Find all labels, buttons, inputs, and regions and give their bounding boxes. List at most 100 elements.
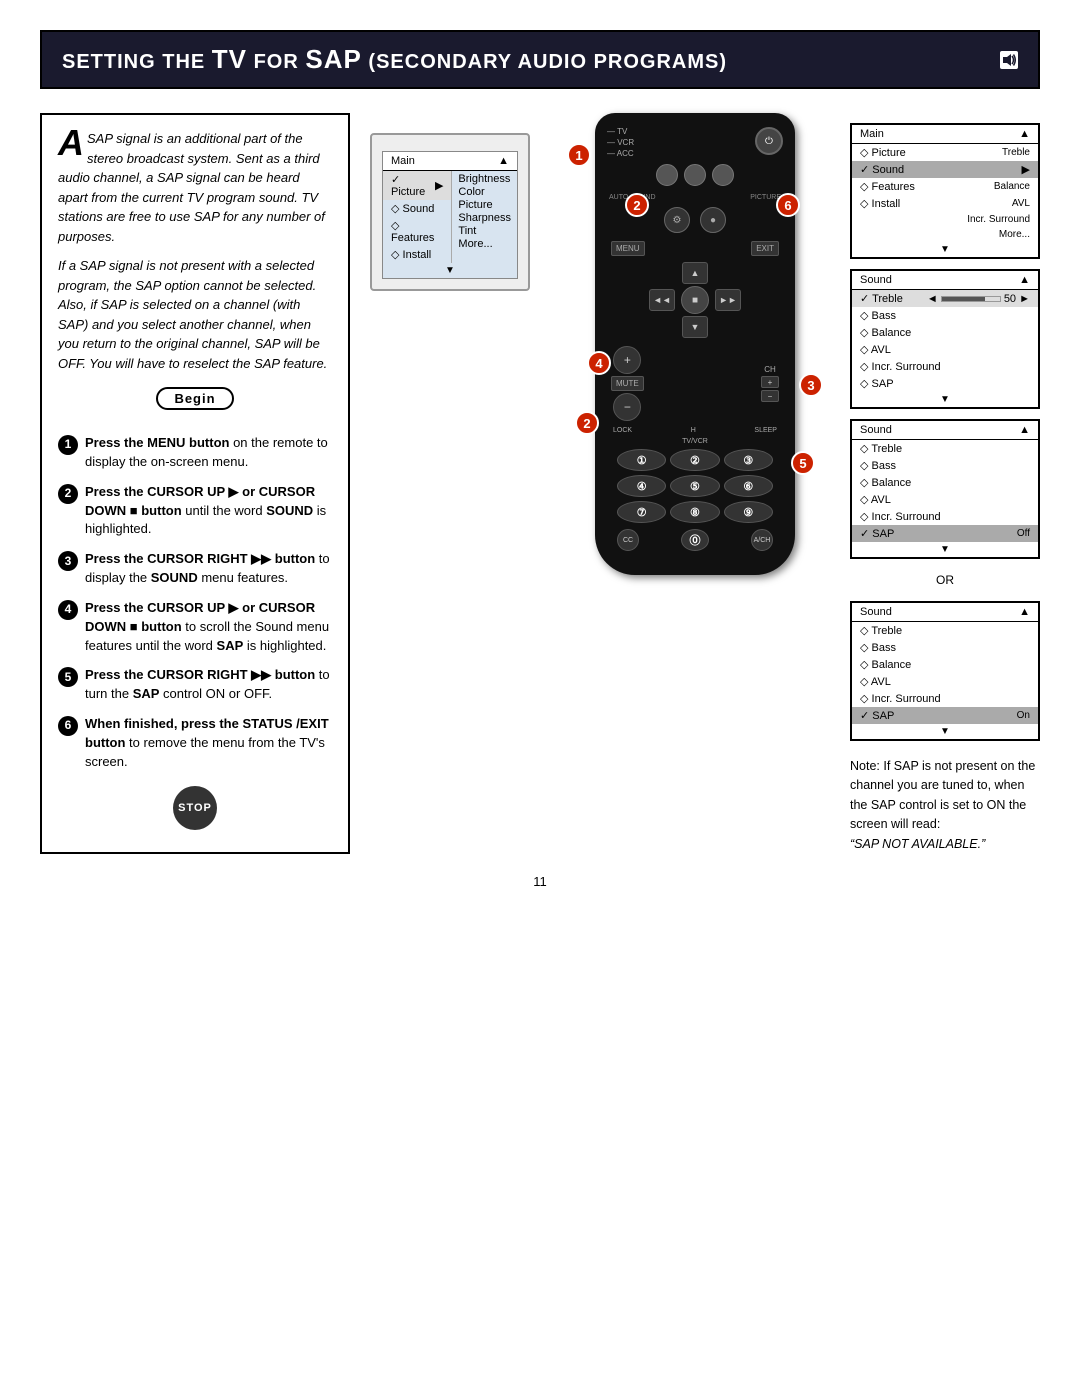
- step-overlay-2: 2: [625, 193, 649, 217]
- sound4-balance: ◇ Balance: [852, 656, 1038, 673]
- menu-item-picture: ✓ Picture ▶: [383, 171, 451, 200]
- tv-label: — TV: [607, 127, 634, 136]
- or-divider: OR: [850, 573, 1040, 587]
- main-menu-sound-highlighted: Main ▲ ◇ Picture Treble ✓ Sound ▶ ◇ Feat…: [850, 123, 1040, 259]
- step-4: 4 Press the CURSOR UP ▶ or CURSOR DOWN ■…: [58, 599, 332, 656]
- num-8[interactable]: ⑧: [670, 501, 719, 523]
- status-icon[interactable]: ●: [700, 207, 726, 233]
- source-buttons: [607, 164, 783, 186]
- left-menu-area: Main ▲ ✓ Picture ▶ ◇ Sound: [370, 113, 540, 291]
- step-overlay-4: 4: [587, 351, 611, 375]
- num-0[interactable]: ⓪: [681, 529, 709, 551]
- h-label: H: [691, 427, 696, 434]
- sound4-treble: ◇ Treble: [852, 622, 1038, 639]
- sound4-avl: ◇ AVL: [852, 673, 1038, 690]
- num-7[interactable]: ⑦: [617, 501, 666, 523]
- main2-features: ◇ Features Balance: [852, 178, 1038, 195]
- vol-down-button[interactable]: −: [613, 393, 641, 421]
- main2-picture: ◇ Picture Treble: [852, 144, 1038, 161]
- step-overlay-2b: 2: [575, 411, 599, 435]
- step-2: 2 Press the CURSOR UP ▶ or CURSOR DOWN ■…: [58, 483, 332, 540]
- step-overlay-5: 5: [791, 451, 815, 475]
- sleep-label: SLEEP: [754, 427, 777, 434]
- exit-button[interactable]: EXIT: [751, 241, 779, 256]
- step-overlay-6: 6: [776, 193, 800, 217]
- sound3-sap: ✓ SAP Off: [852, 525, 1038, 542]
- sound2-bass: ◇ Bass: [852, 307, 1038, 324]
- nav-down-button[interactable]: ▼: [682, 316, 708, 338]
- menu-item-sound: ◇ Sound: [383, 200, 451, 217]
- num-4[interactable]: ④: [617, 475, 666, 497]
- nav-center-button[interactable]: ■: [681, 286, 709, 314]
- menu-footer: ▼: [383, 263, 517, 278]
- nav-left-button[interactable]: ◄◄: [649, 289, 675, 311]
- sound3-avl: ◇ AVL: [852, 491, 1038, 508]
- main2-extra2: More...: [852, 227, 1038, 242]
- remote-control[interactable]: — TV — VCR — ACC ⏻: [595, 113, 795, 575]
- title-bar: Setting the TV for SAP (Secondary Audio …: [40, 30, 1040, 89]
- sound2-treble: ✓ Treble ◄ 50 ►: [852, 290, 1038, 307]
- step-overlay-1: 1: [567, 143, 591, 167]
- vol-up-button[interactable]: +: [613, 346, 641, 374]
- main2-extra1: Incr. Surround: [852, 212, 1038, 227]
- num-3[interactable]: ③: [724, 449, 773, 471]
- sound2-avl: ◇ AVL: [852, 341, 1038, 358]
- begin-badge: Begin: [156, 387, 233, 410]
- numpad: ① ② ③ ④ ⑤ ⑥ ⑦ ⑧ ⑨: [617, 449, 773, 523]
- left-column: A SAP signal is an additional part of th…: [40, 113, 350, 854]
- center-layout: Main ▲ ✓ Picture ▶ ◇ Sound: [370, 113, 1040, 854]
- sound3-incr: ◇ Incr. Surround: [852, 508, 1038, 525]
- sound-menu2-header: Sound ▲: [852, 271, 1038, 290]
- sound-menu-sap-off: Sound ▲ ◇ Treble ◇ Bass ◇ Balance ◇ AVL …: [850, 419, 1040, 559]
- ch-down-button[interactable]: −: [761, 390, 779, 402]
- step-3: 3 Press the CURSOR RIGHT ▶▶ button to di…: [58, 550, 332, 588]
- main-content: A SAP signal is an additional part of th…: [40, 113, 1040, 854]
- sound4-sap: ✓ SAP On: [852, 707, 1038, 724]
- page-number: 11: [40, 874, 1040, 889]
- mute-button[interactable]: MUTE: [611, 376, 644, 391]
- menu-header-main: Main ▲: [383, 152, 517, 171]
- ach-button[interactable]: A/CH: [751, 529, 773, 551]
- lock-label: LOCK: [613, 427, 632, 434]
- num-2[interactable]: ②: [670, 449, 719, 471]
- source-btn-3[interactable]: [712, 164, 734, 186]
- nav-right-button[interactable]: ►►: [715, 289, 741, 311]
- main2-footer: ▼: [852, 242, 1038, 257]
- tvvcr-label: TV/VCR: [682, 438, 708, 445]
- num-1[interactable]: ①: [617, 449, 666, 471]
- menu-button[interactable]: MENU: [611, 241, 645, 256]
- intro-paragraph-2: If a SAP signal is not present with a se…: [58, 256, 332, 373]
- num-5[interactable]: ⑤: [670, 475, 719, 497]
- menu-exit-row: MENU EXIT: [607, 241, 783, 256]
- main-menu-screen: Main ▲ ✓ Picture ▶ ◇ Sound: [382, 151, 518, 279]
- step-5: 5 Press the CURSOR RIGHT ▶▶ button to tu…: [58, 666, 332, 704]
- sound4-footer: ▼: [852, 724, 1038, 739]
- sound3-footer: ▼: [852, 542, 1038, 557]
- sound3-bass: ◇ Bass: [852, 457, 1038, 474]
- sound3-balance: ◇ Balance: [852, 474, 1038, 491]
- ch-up-button[interactable]: +: [761, 376, 779, 388]
- note-text: Note: If SAP is not present on the chann…: [850, 757, 1040, 854]
- ch-label: CH: [764, 365, 776, 374]
- num-9[interactable]: ⑨: [724, 501, 773, 523]
- nav-up-button[interactable]: ▲: [682, 262, 708, 284]
- sound-icon: [1000, 51, 1018, 69]
- settings-icon[interactable]: ⚙: [664, 207, 690, 233]
- sound2-incr: ◇ Incr. Surround: [852, 358, 1038, 375]
- source-btn-2[interactable]: [684, 164, 706, 186]
- step-1: 1 Press the MENU button on the remote to…: [58, 434, 332, 472]
- power-button[interactable]: ⏻: [755, 127, 783, 155]
- sound2-sap: ◇ SAP: [852, 375, 1038, 392]
- num-6[interactable]: ⑥: [724, 475, 773, 497]
- cc-button[interactable]: CC: [617, 529, 639, 551]
- bottom-row: CC ⓪ A/CH: [607, 529, 783, 551]
- step-6: 6 When finished, press the STATUS /EXIT …: [58, 715, 332, 772]
- treble-progress-bar: [941, 296, 1001, 302]
- sound3-header: Sound ▲: [852, 421, 1038, 440]
- page-title: Setting the TV for SAP (Secondary Audio …: [62, 44, 727, 75]
- sound2-balance: ◇ Balance: [852, 324, 1038, 341]
- main2-install: ◇ Install AVL: [852, 195, 1038, 212]
- menu-item-features: ◇ Features: [383, 217, 451, 246]
- main2-sound: ✓ Sound ▶: [852, 161, 1038, 178]
- source-btn-1[interactable]: [656, 164, 678, 186]
